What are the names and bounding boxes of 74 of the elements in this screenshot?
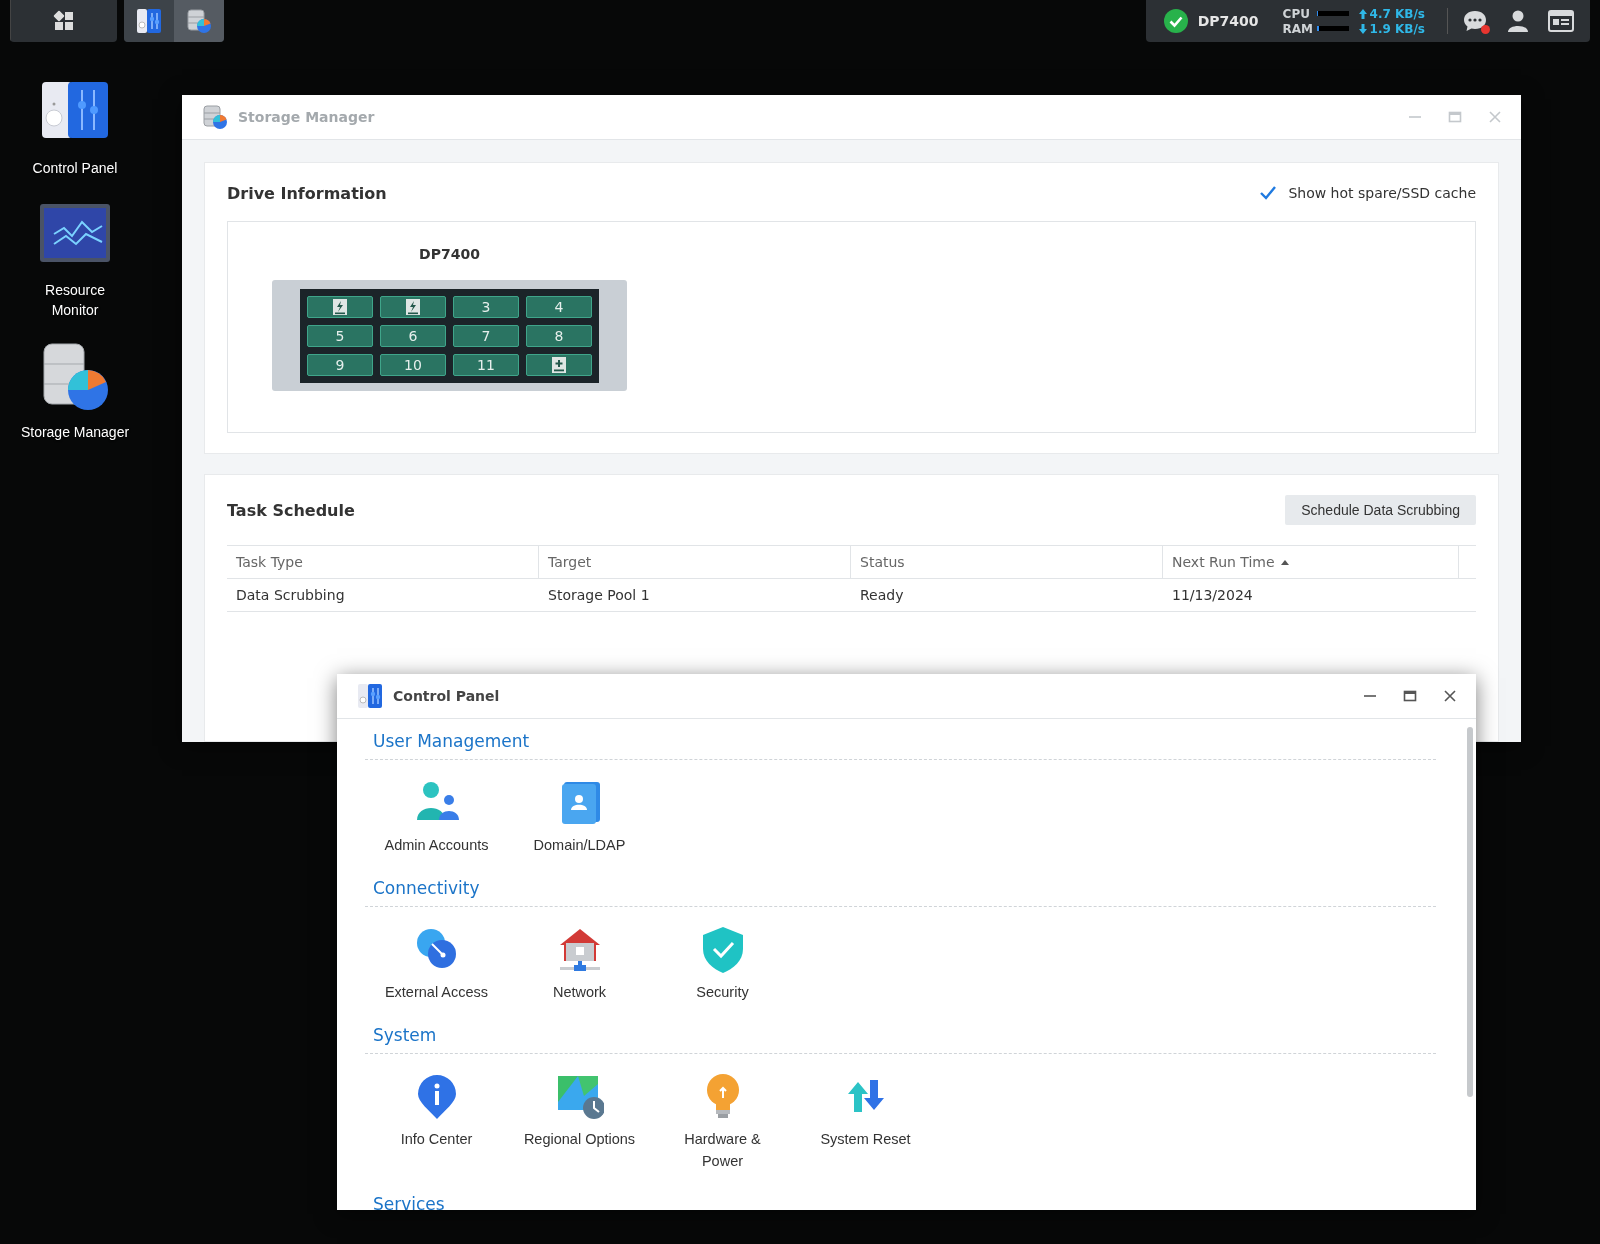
settings-item[interactable]: Domain/LDAP	[508, 778, 651, 856]
checkbox-label: Show hot spare/SSD cache	[1288, 185, 1476, 201]
settings-item[interactable]: Hardware & Power	[651, 1072, 794, 1172]
column-header[interactable]: Status	[851, 546, 1163, 578]
section-heading: Services	[372, 1194, 446, 1210]
table-row[interactable]: Data Scrubbing Storage Pool 1 Ready 11/13/2024	[227, 579, 1476, 612]
usage-bar	[1316, 11, 1349, 16]
settings-item[interactable]: Info Center	[365, 1072, 508, 1172]
column-header[interactable]: Task Type	[227, 546, 539, 578]
minimize-icon	[1409, 116, 1421, 118]
drive-slot[interactable]	[380, 295, 446, 318]
user-icon	[1506, 9, 1530, 33]
sliders-icon	[357, 683, 383, 709]
chat-bubble-icon	[1462, 9, 1488, 33]
settings-item[interactable]: Regional Options	[508, 1072, 651, 1172]
settings-item[interactable]: System Reset	[794, 1072, 937, 1172]
drive-slot[interactable]: 9	[307, 353, 373, 376]
checkmark-icon	[1259, 185, 1278, 201]
database-pie-icon	[202, 104, 228, 130]
table-cell-text: Data Scrubbing	[235, 587, 346, 603]
section-title: Task Schedule	[227, 500, 355, 520]
desktop-shortcut[interactable]: Storage Manager	[20, 342, 130, 442]
upload-rate: 4.7 KB/s	[1369, 6, 1425, 21]
drive-slot[interactable]: 7	[453, 324, 519, 347]
table-cell-text: Ready	[859, 587, 905, 603]
drive-slot[interactable]	[307, 295, 373, 318]
maximize-icon	[1447, 109, 1463, 125]
schedule-button[interactable]: Schedule Data Scrubbing	[1285, 495, 1476, 525]
drive-slot[interactable]: 5	[307, 324, 373, 347]
down-arrow-icon	[1358, 23, 1367, 34]
section-heading: Connectivity	[372, 878, 481, 898]
lightning-icon	[406, 298, 420, 315]
section-title: Drive Information	[227, 183, 387, 203]
drive-slot[interactable]: 3	[453, 295, 519, 318]
window-title: Storage Manager	[238, 109, 376, 125]
drive-slot[interactable]: 4	[526, 295, 592, 318]
settings-item[interactable]: Admin Accounts	[365, 778, 508, 856]
maximize-icon	[1402, 688, 1418, 704]
lightning-icon	[333, 298, 347, 315]
up-arrow-icon	[1358, 8, 1367, 19]
device-name: DP7400	[418, 246, 481, 262]
table-cell-text: Storage Pool 1	[547, 587, 651, 603]
meter-label: RAM	[1282, 21, 1313, 36]
window-title: Control Panel	[393, 688, 501, 704]
taskbar-app-button[interactable]	[174, 0, 224, 42]
taskbar-app-button[interactable]	[124, 0, 174, 42]
drive-slot[interactable]	[526, 353, 592, 376]
close-icon	[1442, 688, 1458, 704]
settings-item[interactable]: Security	[651, 925, 794, 1003]
scrollbar[interactable]	[1467, 727, 1473, 1097]
widgets-icon	[1548, 9, 1574, 33]
section-heading: User Management	[372, 731, 531, 751]
plus-icon	[552, 356, 566, 373]
section-heading: System	[372, 1025, 438, 1045]
desktop-shortcut[interactable]: Control Panel	[32, 78, 118, 178]
settings-item[interactable]: External Access	[365, 925, 508, 1003]
drive-slot[interactable]: 11	[453, 353, 519, 376]
database-pie-icon	[186, 8, 212, 34]
grid-icon	[53, 10, 75, 32]
usage-bar	[1316, 26, 1349, 31]
sliders-icon	[136, 8, 162, 34]
close-icon	[1487, 109, 1503, 125]
column-header[interactable]: Target	[539, 546, 851, 578]
meter-label: CPU	[1282, 6, 1311, 21]
column-header[interactable]: Next Run Time	[1163, 546, 1459, 578]
settings-item[interactable]: Network	[508, 925, 651, 1003]
minimize-icon	[1364, 695, 1376, 697]
drive-slot[interactable]: 8	[526, 324, 592, 347]
drive-slot[interactable]: 10	[380, 353, 446, 376]
desktop-shortcut[interactable]: Resource Monitor	[38, 200, 112, 320]
table-cell-text: 11/13/2024	[1171, 587, 1254, 603]
download-rate: 1.9 KB/s	[1369, 21, 1425, 36]
device-name: DP7400	[1197, 13, 1259, 29]
drive-slot[interactable]: 6	[380, 324, 446, 347]
